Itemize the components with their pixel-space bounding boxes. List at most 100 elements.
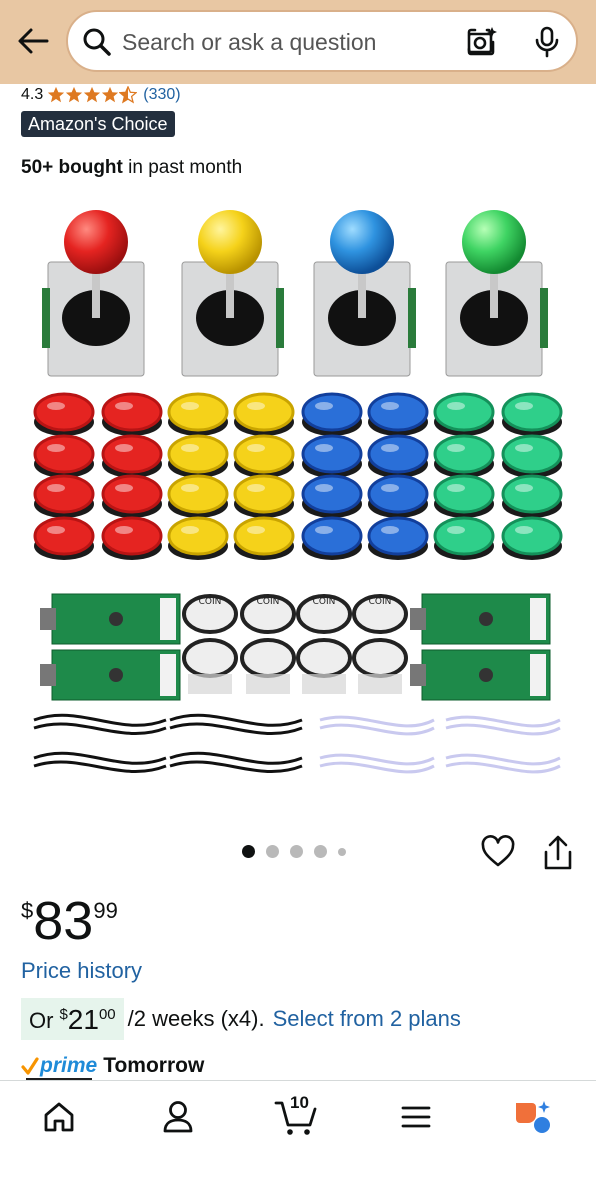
carousel-dot[interactable] bbox=[266, 845, 279, 858]
arcade-button-highlight bbox=[515, 402, 533, 410]
back-button[interactable] bbox=[14, 22, 52, 60]
arcade-button-highlight bbox=[315, 526, 333, 534]
arcade-button-highlight bbox=[315, 402, 333, 410]
arcade-button-highlight bbox=[47, 484, 65, 492]
delivery-day: Tomorrow bbox=[103, 1054, 205, 1077]
menu-icon bbox=[401, 1106, 431, 1128]
arcade-button bbox=[433, 392, 495, 432]
arcade-button-highlight bbox=[447, 484, 465, 492]
share-icon bbox=[544, 835, 572, 870]
installment-whole: 21 bbox=[67, 1004, 99, 1035]
arcade-button-highlight bbox=[515, 526, 533, 534]
arcade-button-highlight bbox=[447, 402, 465, 410]
nav-menu[interactable] bbox=[394, 1095, 438, 1139]
arcade-button bbox=[233, 434, 295, 474]
arcade-button bbox=[501, 474, 563, 514]
carousel-dot[interactable] bbox=[338, 847, 346, 856]
prime-check-icon bbox=[21, 1057, 39, 1075]
bought-count: 50+ bought bbox=[21, 157, 123, 178]
arcade-button-highlight bbox=[315, 484, 333, 492]
prime-logo-text: prime bbox=[40, 1054, 98, 1077]
arcade-button-highlight bbox=[181, 526, 199, 534]
arcade-button-highlight bbox=[47, 444, 65, 452]
installment-term: /2 weeks (x4). bbox=[127, 1006, 265, 1031]
installment-prefix: Or bbox=[29, 1008, 54, 1033]
arcade-button bbox=[367, 516, 429, 556]
arcade-button-highlight bbox=[381, 484, 399, 492]
arcade-button bbox=[367, 392, 429, 432]
nav-home[interactable] bbox=[37, 1095, 81, 1139]
carousel-dot[interactable] bbox=[242, 845, 255, 858]
arcade-button bbox=[301, 392, 363, 432]
amazons-choice-badge: Amazon's Choice bbox=[21, 111, 175, 137]
star-full-icon bbox=[84, 86, 101, 103]
arcade-button bbox=[101, 434, 163, 474]
carousel-dot[interactable] bbox=[314, 845, 327, 858]
arcade-button bbox=[33, 434, 95, 474]
arcade-button bbox=[301, 434, 363, 474]
search-box[interactable] bbox=[66, 10, 578, 72]
person-icon bbox=[163, 1101, 193, 1133]
search-icon bbox=[83, 28, 111, 56]
image-carousel-dots[interactable] bbox=[242, 845, 346, 858]
arcade-button bbox=[301, 474, 363, 514]
search-input[interactable] bbox=[122, 26, 452, 58]
nav-account[interactable] bbox=[156, 1095, 200, 1139]
arcade-button-highlight bbox=[381, 444, 399, 452]
arcade-button-highlight bbox=[47, 402, 65, 410]
joystick-blue bbox=[313, 210, 416, 377]
arrow-left-icon bbox=[18, 28, 49, 54]
push-buttons-grid bbox=[33, 392, 563, 560]
installment-currency: $ bbox=[59, 1006, 68, 1023]
coin-player-buttons: COIN COIN COIN COIN bbox=[182, 594, 408, 694]
carousel-dot[interactable] bbox=[290, 845, 303, 858]
wire-harnesses bbox=[319, 715, 561, 774]
arcade-button-highlight bbox=[247, 484, 265, 492]
arcade-button-highlight bbox=[447, 444, 465, 452]
arcade-button-highlight bbox=[381, 402, 399, 410]
product-price: $ 83 99 bbox=[21, 890, 118, 952]
rufus-assistant-icon bbox=[516, 1101, 550, 1133]
camera-lens-icon[interactable] bbox=[464, 25, 498, 59]
arcade-button-highlight bbox=[247, 444, 265, 452]
arcade-button bbox=[167, 516, 229, 556]
star-rating bbox=[47, 86, 138, 104]
price-whole: 83 bbox=[33, 891, 94, 951]
arcade-button bbox=[101, 474, 163, 514]
star-full-icon bbox=[48, 86, 65, 103]
rating-row[interactable]: 4.3 (330) bbox=[21, 84, 181, 106]
arcade-button bbox=[233, 516, 295, 556]
nav-rufus[interactable] bbox=[512, 1095, 556, 1139]
microphone-icon[interactable] bbox=[530, 25, 564, 59]
review-count-link[interactable]: (330) bbox=[143, 86, 180, 104]
arcade-button-highlight bbox=[247, 402, 265, 410]
bought-period: in past month bbox=[122, 157, 243, 178]
joystick-red bbox=[42, 210, 145, 377]
arcade-button bbox=[433, 434, 495, 474]
share-button[interactable] bbox=[540, 834, 576, 872]
arcade-button-highlight bbox=[181, 484, 199, 492]
svg-text:COIN: COIN bbox=[257, 597, 280, 607]
arcade-button bbox=[367, 474, 429, 514]
arcade-button bbox=[233, 474, 295, 514]
star-full-icon bbox=[102, 86, 119, 103]
svg-text:COIN: COIN bbox=[369, 597, 392, 607]
arcade-button bbox=[167, 434, 229, 474]
favorite-button[interactable] bbox=[480, 834, 516, 870]
arcade-button bbox=[101, 516, 163, 556]
installment-row: Or $ 21 00 /2 weeks (x4). Select from 2 … bbox=[21, 998, 461, 1040]
svg-text:COIN: COIN bbox=[199, 597, 222, 607]
arcade-button-highlight bbox=[181, 402, 199, 410]
price-history-link[interactable]: Price history bbox=[21, 958, 142, 984]
price-currency: $ bbox=[21, 898, 34, 923]
select-plans-link[interactable]: Select from 2 plans bbox=[273, 1006, 461, 1032]
arcade-button bbox=[167, 474, 229, 514]
arcade-button bbox=[33, 392, 95, 432]
arcade-kit-product-image[interactable]: COIN COIN COIN COIN bbox=[20, 198, 576, 800]
arcade-button bbox=[233, 392, 295, 432]
cart-count-badge: 10 bbox=[290, 1093, 309, 1112]
installment-price-box: Or $ 21 00 bbox=[21, 998, 124, 1040]
arcade-button-highlight bbox=[515, 484, 533, 492]
usb-cables bbox=[33, 713, 303, 774]
price-fraction: 99 bbox=[93, 898, 118, 923]
